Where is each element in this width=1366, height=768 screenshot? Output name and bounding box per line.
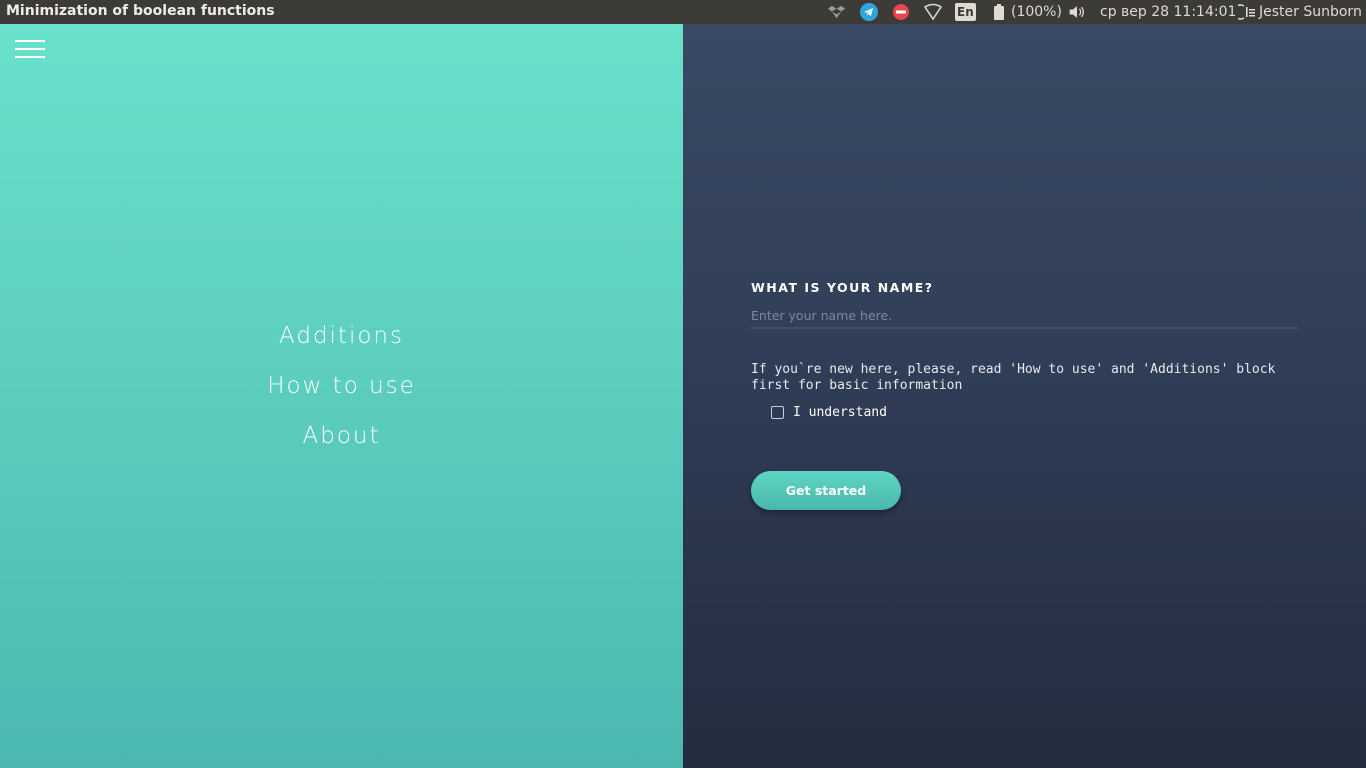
keyboard-layout-icon[interactable]: En <box>955 3 976 21</box>
left-panel: Additions How to use About <box>0 24 683 768</box>
hamburger-menu-icon[interactable] <box>15 40 45 58</box>
get-started-button[interactable]: Get started <box>751 471 901 510</box>
nav-link-about[interactable]: About <box>0 423 683 449</box>
keyboard-layout-tray[interactable]: En <box>955 0 976 24</box>
menu-line <box>15 48 45 50</box>
clock-tray[interactable]: ср вер 28 11:14:01 <box>1100 0 1236 24</box>
telegram-tray[interactable] <box>860 0 878 24</box>
clock[interactable]: ср вер 28 11:14:01 <box>1100 4 1236 20</box>
dropbox-tray[interactable] <box>828 0 846 24</box>
menu-line <box>15 56 45 58</box>
user-name: Jester Sunborn <box>1259 4 1362 20</box>
battery-icon[interactable] <box>990 3 1008 21</box>
menu-line <box>15 40 45 42</box>
understand-checkbox-label[interactable]: I understand <box>793 405 887 420</box>
understand-checkbox[interactable] <box>771 406 784 419</box>
stop-tray[interactable] <box>892 0 910 24</box>
telegram-icon[interactable] <box>860 3 878 21</box>
name-input[interactable] <box>751 303 1299 329</box>
volume-tray[interactable] <box>1068 0 1086 24</box>
name-label: WHAT IS YOUR NAME? <box>751 280 934 295</box>
info-text: If you`re new here, please, read 'How to… <box>751 362 1276 393</box>
dropbox-icon[interactable] <box>828 3 846 21</box>
battery-tray[interactable]: (100%) <box>990 0 1062 24</box>
understand-checkbox-row[interactable]: I understand <box>771 405 887 420</box>
session-tray[interactable]: Jester Sunborn <box>1238 0 1362 24</box>
stop-icon[interactable] <box>892 3 910 21</box>
window-title: Minimization of boolean functions <box>6 3 275 19</box>
session-icon[interactable] <box>1238 3 1256 21</box>
wifi-icon[interactable] <box>924 3 942 21</box>
volume-icon[interactable] <box>1068 3 1086 21</box>
system-top-bar: Minimization of boolean functions En (10… <box>0 0 1366 24</box>
battery-percent: (100%) <box>1011 4 1062 20</box>
wifi-tray[interactable] <box>924 0 942 24</box>
right-panel: WHAT IS YOUR NAME? If you`re new here, p… <box>683 24 1366 768</box>
nav-link-how-to-use[interactable]: How to use <box>0 373 683 399</box>
nav-link-additions[interactable]: Additions <box>0 323 683 349</box>
